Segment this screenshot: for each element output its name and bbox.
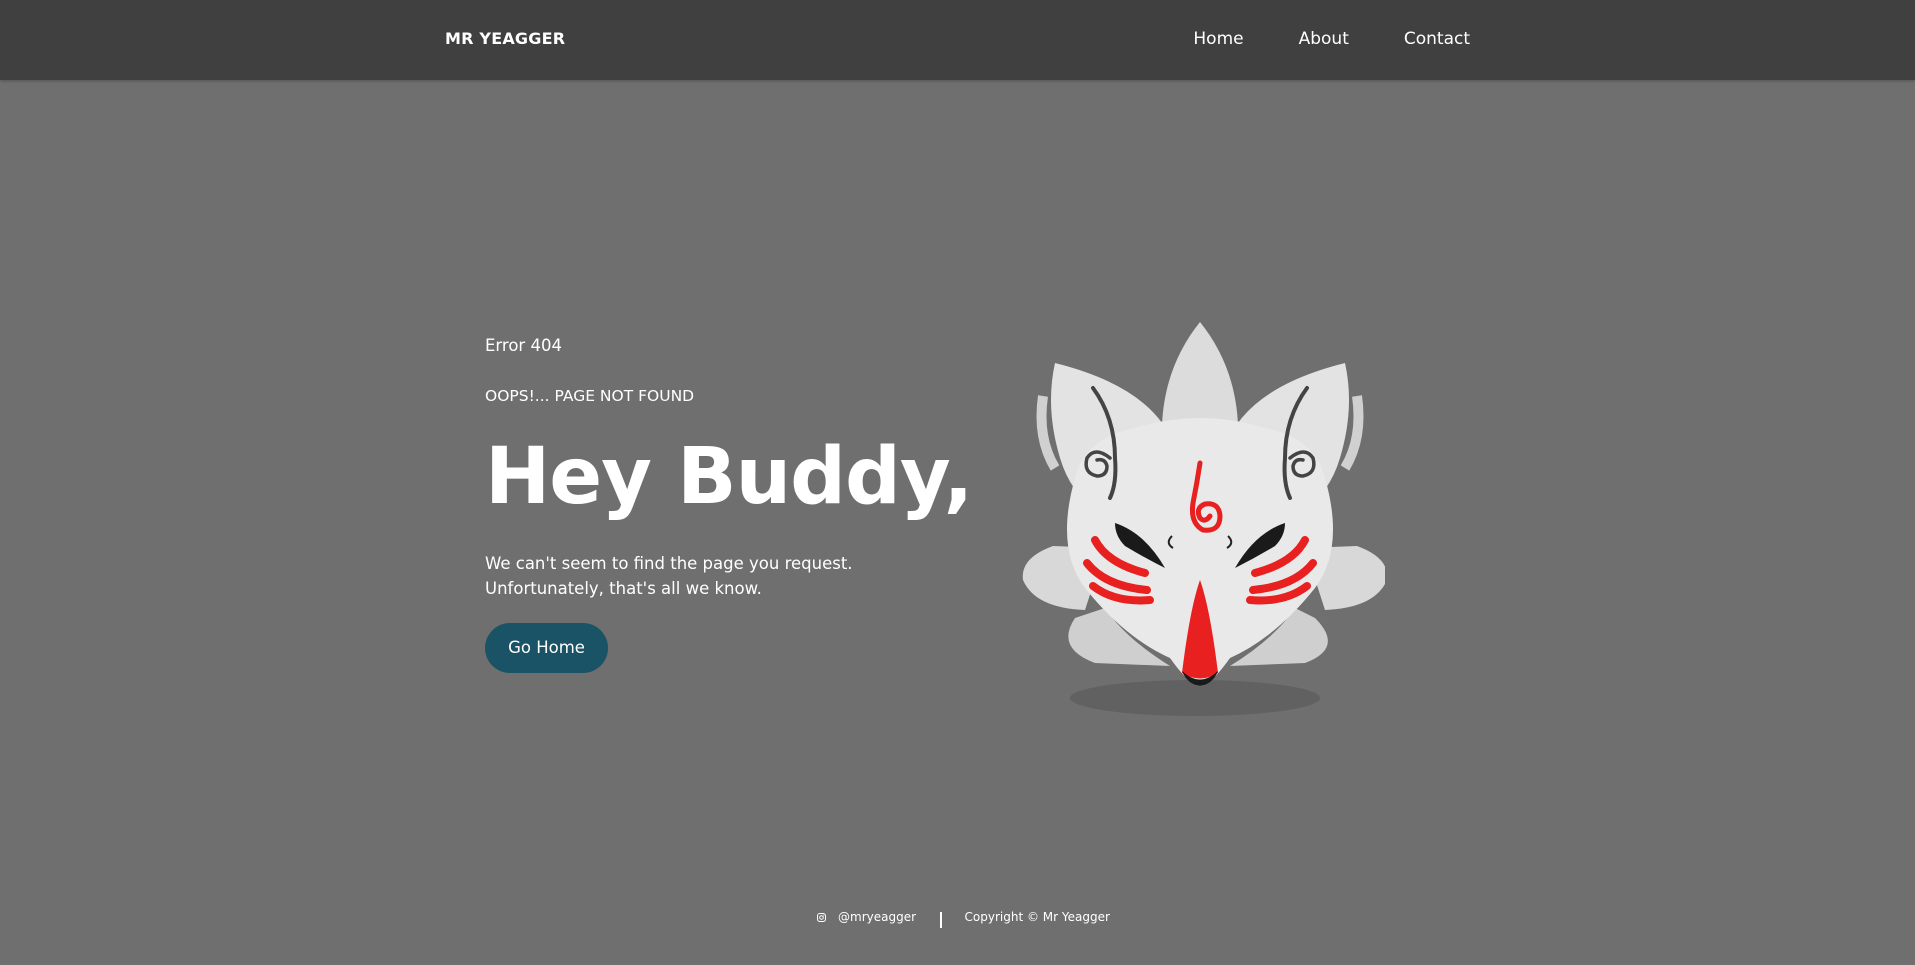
nav-link-contact[interactable]: Contact [1404, 29, 1470, 49]
footer-divider [940, 912, 942, 928]
error-message: We can't seem to find the page you reque… [485, 551, 1005, 601]
brand-logo[interactable]: MR YEAGGER [445, 29, 565, 48]
kitsune-mask-illustration [1015, 318, 1388, 728]
error-subtitle: OOPS!... PAGE NOT FOUND [485, 387, 695, 405]
fox-mask-icon [1022, 322, 1388, 716]
instagram-handle-link[interactable]: @mryeagger [838, 910, 916, 924]
error-content: Error 404 OOPS!... PAGE NOT FOUND Hey Bu… [485, 335, 1005, 673]
error-message-line-2: Unfortunately, that's all we know. [485, 579, 762, 598]
nav-link-home[interactable]: Home [1193, 29, 1243, 49]
error-code: Error 404 [485, 336, 562, 355]
footer: @mryeagger Copyright © Mr Yeagger [0, 905, 1915, 935]
nav-link-about[interactable]: About [1299, 29, 1349, 49]
go-home-button[interactable]: Go Home [485, 623, 608, 673]
error-message-line-1: We can't seem to find the page you reque… [485, 554, 853, 573]
page-headline: Hey Buddy, [485, 432, 973, 522]
instagram-icon[interactable] [817, 912, 826, 922]
nav-links: Home About Contact [1138, 29, 1470, 49]
copyright-text: Copyright © Mr Yeagger [964, 910, 1110, 924]
footer-content: @mryeagger Copyright © Mr Yeagger [817, 909, 1110, 928]
navbar: MR YEAGGER Home About Contact [0, 0, 1915, 80]
